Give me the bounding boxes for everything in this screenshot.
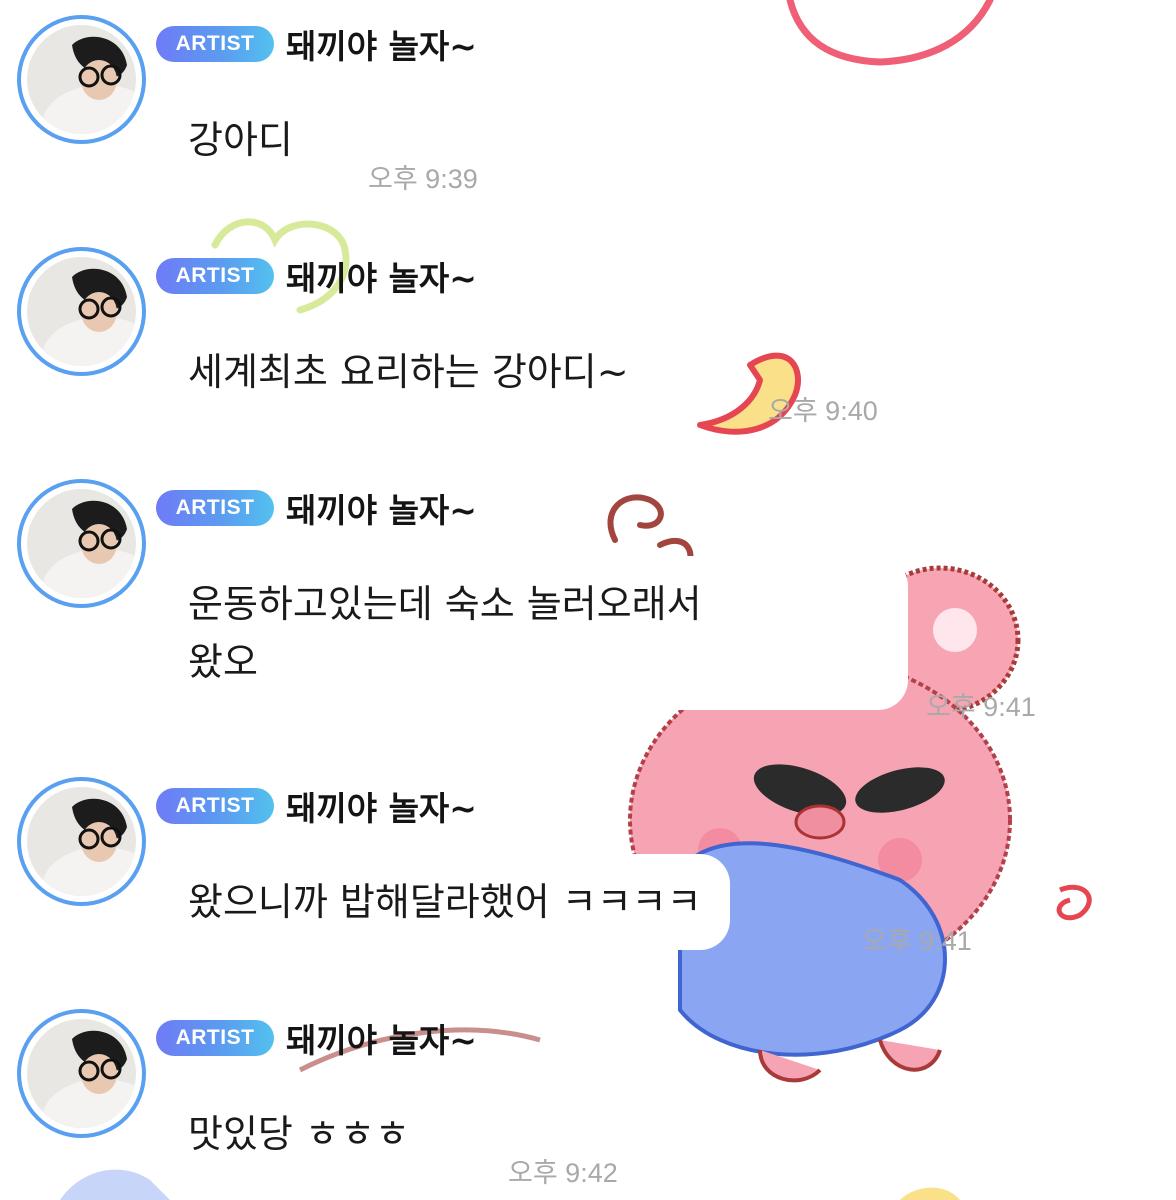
avatar[interactable]: [17, 777, 146, 906]
profile-photo-icon: [27, 1019, 136, 1128]
message-bubble[interactable]: 왔으니까 밥해달라했어 ㅋㅋㅋㅋ: [160, 854, 730, 950]
sender-name[interactable]: 돼끼야 놀자~: [286, 484, 477, 532]
chat-message: ARTIST 돼끼야 놀자~ 왔으니까 밥해달라했어 ㅋㅋㅋㅋ 오후 9:41: [0, 777, 1176, 957]
profile-photo-icon: [27, 787, 136, 896]
message-text-line-2: 왔오: [188, 640, 258, 684]
avatar[interactable]: [17, 15, 146, 144]
message-time: 오후 9:40: [768, 396, 878, 426]
artist-badge: ARTIST: [156, 1020, 274, 1056]
message-bubble[interactable]: 세계최초 요리하는 강아디~: [160, 324, 657, 420]
chat-message: ARTIST 돼끼야 놀자~ 세계최초 요리하는 강아디~ 오후 9:40: [0, 247, 1176, 427]
chat-message: ARTIST 돼끼야 놀자~ 맛있당 ㅎㅎㅎ 오후 9:42: [0, 1009, 1176, 1200]
message-text: 강아디: [188, 118, 293, 162]
chat-message: ARTIST 돼끼야 놀자~ 운동하고있는데 숙소 놀러오래서 왔오 오후 9:…: [0, 479, 1176, 739]
message-bubble[interactable]: 운동하고있는데 숙소 놀러오래서 왔오: [160, 556, 908, 710]
message-time: 오후 9:42: [508, 1158, 618, 1188]
sender-line: ARTIST 돼끼야 놀자~: [156, 1015, 477, 1061]
sender-name[interactable]: 돼끼야 놀자~: [286, 20, 477, 68]
message-bubble[interactable]: 강아디: [160, 92, 321, 188]
artist-badge: ARTIST: [156, 788, 274, 824]
avatar[interactable]: [17, 479, 146, 608]
message-time: 오후 9:41: [862, 926, 972, 956]
sender-name[interactable]: 돼끼야 놀자~: [286, 252, 477, 300]
avatar[interactable]: [17, 247, 146, 376]
message-time: 오후 9:41: [926, 692, 1036, 722]
sender-name[interactable]: 돼끼야 놀자~: [286, 782, 477, 830]
profile-photo-icon: [27, 25, 136, 134]
message-time: 오후 9:39: [368, 164, 478, 194]
avatar[interactable]: [17, 1009, 146, 1138]
profile-photo-icon: [27, 257, 136, 366]
sender-line: ARTIST 돼끼야 놀자~: [156, 783, 477, 829]
sender-line: ARTIST 돼끼야 놀자~: [156, 485, 477, 531]
message-text: 맛있당 ㅎㅎㅎ: [188, 1112, 410, 1156]
message-bubble[interactable]: 맛있당 ㅎㅎㅎ: [160, 1086, 438, 1182]
artist-badge: ARTIST: [156, 26, 274, 62]
chat-message: ARTIST 돼끼야 놀자~ 강아디 오후 9:39: [0, 15, 1176, 195]
message-text: 세계최초 요리하는 강아디~: [188, 350, 629, 394]
sender-line: ARTIST 돼끼야 놀자~: [156, 253, 477, 299]
artist-badge: ARTIST: [156, 490, 274, 526]
message-text-line-1: 운동하고있는데 숙소 놀러오래서: [188, 582, 702, 626]
profile-photo-icon: [27, 489, 136, 598]
sender-name[interactable]: 돼끼야 놀자~: [286, 1014, 477, 1062]
artist-badge: ARTIST: [156, 258, 274, 294]
message-text: 왔으니까 밥해달라했어 ㅋㅋㅋㅋ: [188, 880, 702, 924]
sender-line: ARTIST 돼끼야 놀자~: [156, 21, 477, 67]
